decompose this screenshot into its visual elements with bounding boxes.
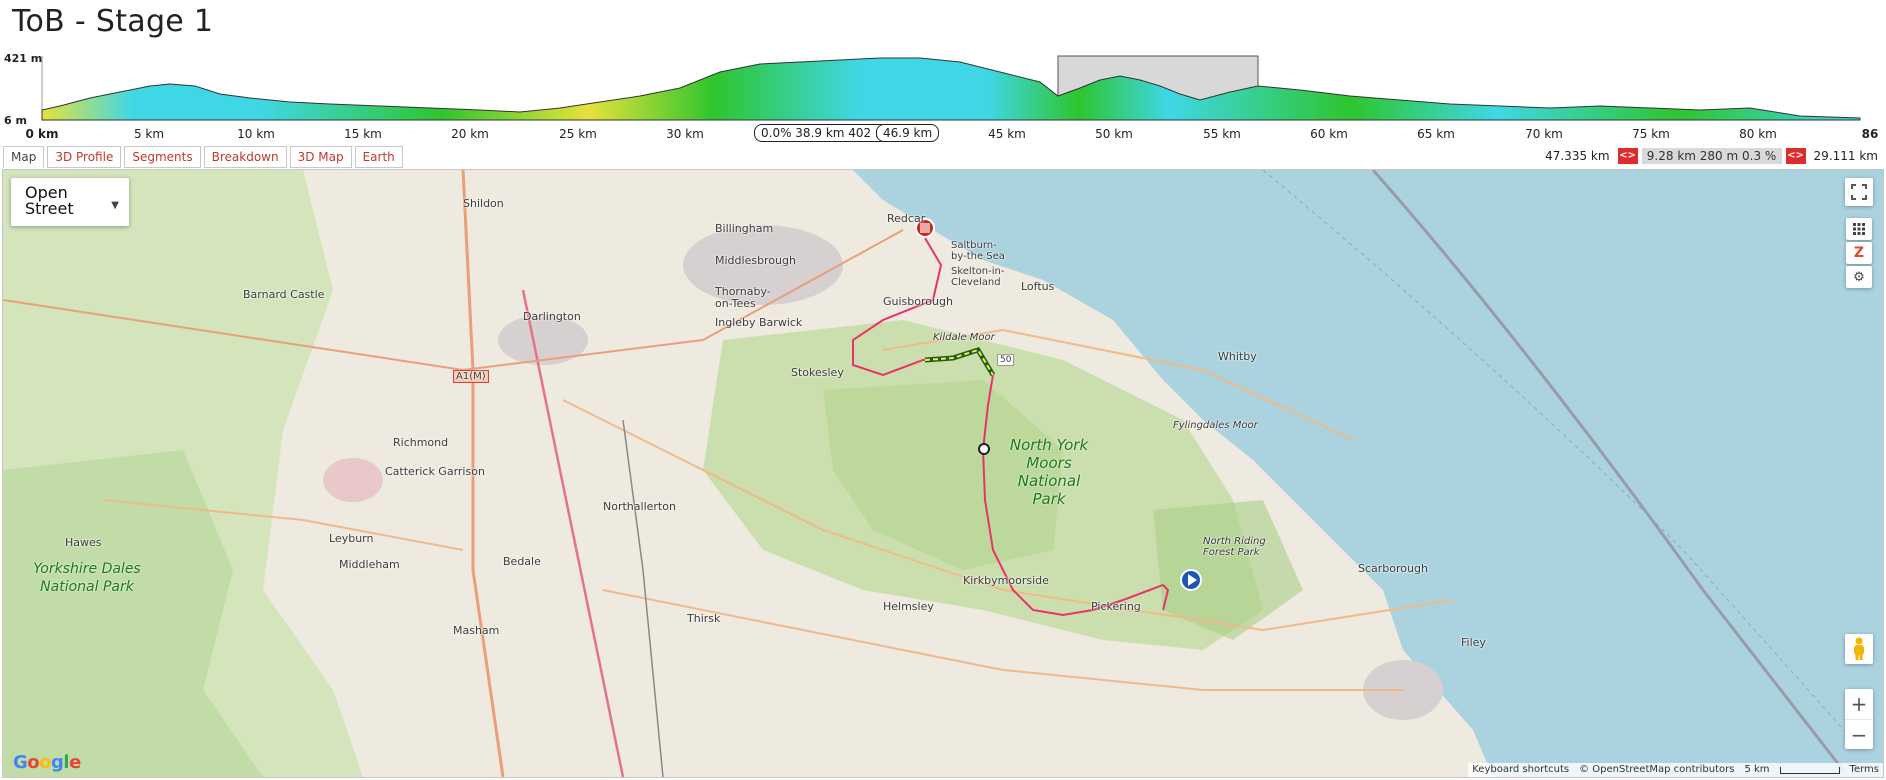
road-shield: A1(M): [453, 370, 489, 383]
place-label: Shildon: [463, 197, 504, 210]
tab-3d-profile[interactable]: 3D Profile: [47, 146, 122, 168]
street-view-button[interactable]: [1845, 634, 1873, 664]
place-label: Leyburn: [329, 532, 374, 545]
page-title: ToB - Stage 1: [12, 4, 214, 39]
place-label: Helmsley: [883, 600, 934, 613]
place-label: Fylingdales Moor: [1173, 420, 1258, 431]
place-label: Kildale Moor: [933, 332, 995, 343]
fullscreen-button[interactable]: [1845, 178, 1873, 206]
map-canvas[interactable]: [3, 170, 1883, 777]
km-label: 80 km: [1739, 127, 1777, 141]
km-label: 86: [1861, 127, 1879, 141]
place-label: Scarborough: [1358, 562, 1428, 575]
zwift-button[interactable]: Z: [1846, 242, 1872, 264]
range-start-arrows-button[interactable]: <>: [1617, 148, 1638, 164]
place-label: Ingleby Barwick: [715, 316, 803, 329]
scale-bar: [1779, 767, 1840, 774]
place-label: North Riding Forest Park: [1203, 536, 1266, 558]
range-bar: 47.335 km <> 9.28 km 280 m 0.3 % <> 29.1…: [1545, 146, 1878, 166]
waypoint-icon[interactable]: [978, 443, 990, 455]
place-label: Middleham: [339, 558, 400, 571]
zwift-icon: Z: [1853, 245, 1865, 261]
place-label: Thirsk: [687, 612, 721, 625]
place-label: Filey: [1461, 636, 1486, 649]
place-label: Catterick Garrison: [385, 465, 485, 478]
tab-segments[interactable]: Segments: [124, 146, 201, 168]
map-type-label: Open Street: [25, 183, 74, 218]
terms-link[interactable]: Terms: [1850, 763, 1879, 777]
range-end-arrows-button[interactable]: <>: [1785, 148, 1806, 164]
google-logo: Google: [13, 752, 81, 773]
place-label: Billingham: [715, 222, 774, 235]
km-label: 5 km: [133, 127, 165, 141]
km-label: 25 km: [559, 127, 597, 141]
place-label: Loftus: [1021, 280, 1055, 293]
place-label: Redcar: [887, 212, 926, 225]
km-label: 65 km: [1417, 127, 1455, 141]
elevation-chart[interactable]: [0, 52, 1886, 124]
place-label: Barnard Castle: [243, 288, 325, 301]
map-view[interactable]: Shildon Billingham Redcar Saltburn-by-th…: [2, 169, 1884, 778]
selection-stats-box: 0.0% 38.9 km 402 m: [754, 124, 894, 142]
grid-icon: [1853, 223, 1865, 235]
settings-button[interactable]: ⚙: [1846, 266, 1872, 288]
tab-3d-map[interactable]: 3D Map: [289, 146, 352, 168]
park-label: North York Moors National Park: [1009, 436, 1089, 508]
place-label: Northallerton: [603, 500, 676, 513]
elevation-min-label: 6 m: [4, 114, 27, 127]
km-label: 15 km: [344, 127, 382, 141]
place-label: Hawes: [65, 536, 102, 549]
km-label: 50 km: [1095, 127, 1133, 141]
zoom-in-button[interactable]: +: [1845, 689, 1873, 719]
zoom-control: + −: [1845, 689, 1873, 749]
elevation-area: [41, 57, 1861, 121]
place-label: Whitby: [1218, 350, 1257, 363]
osm-attribution[interactable]: © OpenStreetMap contributors: [1579, 763, 1734, 777]
km-label: 70 km: [1525, 127, 1563, 141]
km-label: 10 km: [237, 127, 275, 141]
km-label: 0 km: [25, 127, 59, 141]
gear-icon: ⚙: [1853, 269, 1865, 285]
zoom-out-button[interactable]: −: [1845, 719, 1873, 750]
place-label: Saltburn-by-the Sea: [951, 240, 1005, 262]
place-label: Richmond: [393, 436, 449, 449]
elevation-profile[interactable]: 421 m 6 m 0 km 5 km 10 km 15 km 20 km 25…: [0, 52, 1886, 142]
view-tabs: Map 3D Profile Segments Breakdown 3D Map…: [3, 146, 403, 168]
map-type-dropdown[interactable]: Open Street ▼: [11, 178, 129, 226]
pegman-icon: [1854, 637, 1864, 660]
range-start: 47.335 km: [1545, 149, 1610, 163]
place-label: Stokesley: [791, 366, 844, 379]
elevation-max-label: 421 m: [4, 52, 43, 65]
place-label: Thornaby-on-Tees: [715, 285, 771, 310]
distance-marker: 50: [997, 354, 1015, 366]
place-label: Darlington: [523, 310, 581, 323]
km-label: 45 km: [988, 127, 1026, 141]
km-label: 20 km: [451, 127, 489, 141]
range-end: 29.111 km: [1813, 149, 1878, 163]
place-label: Pickering: [1091, 600, 1141, 613]
park-label: Yorkshire Dales National Park: [33, 561, 141, 595]
scale-label: 5 km: [1744, 764, 1770, 775]
place-label: Kirkbymoorside: [963, 574, 1049, 587]
place-label: Bedale: [503, 555, 541, 568]
km-label: 30 km: [666, 127, 704, 141]
place-label: Guisborough: [883, 295, 953, 308]
fullscreen-icon: [1851, 184, 1867, 200]
km-label: 60 km: [1310, 127, 1348, 141]
place-label: Skelton-in-Cleveland: [951, 266, 1005, 288]
grid-button[interactable]: [1846, 218, 1872, 240]
place-label: Middlesbrough: [715, 254, 796, 267]
place-label: Masham: [453, 624, 500, 637]
map-attribution: Keyboard shortcuts © OpenStreetMap contr…: [1468, 763, 1883, 777]
tab-earth[interactable]: Earth: [354, 146, 403, 168]
chevron-down-icon: ▼: [111, 200, 119, 211]
keyboard-shortcuts-link[interactable]: Keyboard shortcuts: [1472, 763, 1569, 777]
range-stats: 9.28 km 280 m 0.3 %: [1641, 148, 1782, 164]
km-label: 75 km: [1632, 127, 1670, 141]
tab-breakdown[interactable]: Breakdown: [203, 146, 287, 168]
tab-map[interactable]: Map: [3, 146, 45, 168]
selection-km-box: 46.9 km: [876, 124, 940, 142]
km-label: 55 km: [1203, 127, 1241, 141]
